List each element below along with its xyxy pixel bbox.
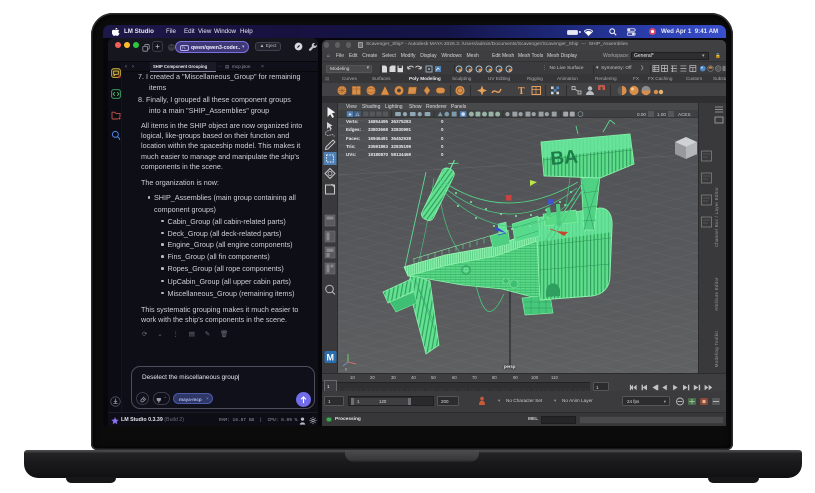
svg-text:T: T [518, 86, 525, 96]
svg-text:1.00: 1.00 [657, 112, 666, 117]
svg-text:BA: BA [550, 147, 579, 170]
svg-text:ACES: ACES [678, 112, 691, 117]
svg-text:M: M [327, 353, 335, 363]
svg-text:y: y [345, 366, 347, 371]
svg-text:0.00: 0.00 [637, 112, 646, 117]
